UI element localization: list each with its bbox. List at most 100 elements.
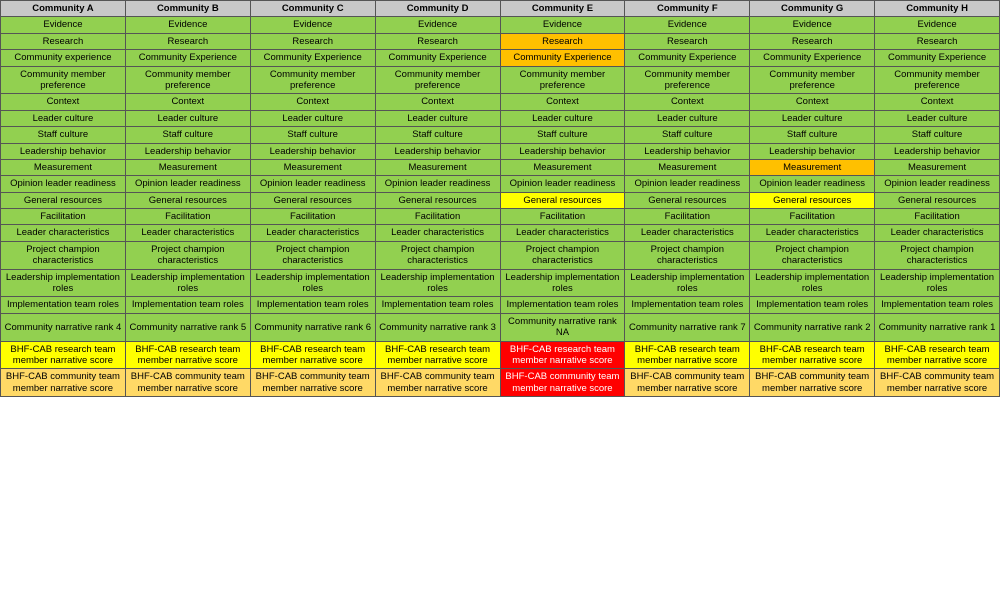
- table-row: Project champion characteristicsProject …: [1, 241, 1000, 269]
- table-cell: BHF-CAB research team member narrative s…: [875, 341, 1000, 369]
- table-cell: Measurement: [875, 159, 1000, 175]
- table-cell: Leadership behavior: [500, 143, 625, 159]
- table-cell: Facilitation: [125, 209, 250, 225]
- table-cell: Opinion leader readiness: [750, 176, 875, 192]
- table-cell: Community narrative rank NA: [500, 313, 625, 341]
- table-cell: Community member preference: [875, 66, 1000, 94]
- table-cell: Community narrative rank 3: [375, 313, 500, 341]
- table-cell: BHF-CAB research team member narrative s…: [750, 341, 875, 369]
- community-d-header: Community D: [375, 1, 500, 17]
- table-cell: General resources: [375, 192, 500, 208]
- table-cell: Leadership implementation roles: [125, 269, 250, 297]
- table-cell: Project champion characteristics: [250, 241, 375, 269]
- table-cell: Leadership behavior: [375, 143, 500, 159]
- table-row: Opinion leader readinessOpinion leader r…: [1, 176, 1000, 192]
- table-cell: Community member preference: [750, 66, 875, 94]
- table-cell: Facilitation: [375, 209, 500, 225]
- table-cell: Measurement: [125, 159, 250, 175]
- community-c-header: Community C: [250, 1, 375, 17]
- table-cell: Community Experience: [500, 50, 625, 66]
- table-cell: Context: [875, 94, 1000, 110]
- table-cell: Community narrative rank 1: [875, 313, 1000, 341]
- table-cell: Leader culture: [625, 110, 750, 126]
- table-cell: BHF-CAB research team member narrative s…: [1, 341, 126, 369]
- table-cell: General resources: [250, 192, 375, 208]
- table-cell: Facilitation: [250, 209, 375, 225]
- table-cell: General resources: [125, 192, 250, 208]
- table-cell: General resources: [500, 192, 625, 208]
- table-cell: Community member preference: [625, 66, 750, 94]
- table-cell: Research: [875, 33, 1000, 49]
- table-cell: Implementation team roles: [500, 297, 625, 313]
- table-cell: BHF-CAB community team member narrative …: [750, 369, 875, 397]
- table-cell: Facilitation: [1, 209, 126, 225]
- table-cell: Implementation team roles: [750, 297, 875, 313]
- table-cell: Project champion characteristics: [750, 241, 875, 269]
- table-cell: General resources: [625, 192, 750, 208]
- table-cell: Context: [1, 94, 126, 110]
- table-cell: General resources: [750, 192, 875, 208]
- table-row: General resourcesGeneral resourcesGenera…: [1, 192, 1000, 208]
- table-cell: Leadership implementation roles: [500, 269, 625, 297]
- table-cell: Project champion characteristics: [625, 241, 750, 269]
- table-cell: Leadership implementation roles: [375, 269, 500, 297]
- table-cell: Measurement: [625, 159, 750, 175]
- table-cell: Context: [625, 94, 750, 110]
- table-cell: Staff culture: [875, 127, 1000, 143]
- table-cell: General resources: [875, 192, 1000, 208]
- table-cell: Community experience: [1, 50, 126, 66]
- table-cell: Evidence: [750, 17, 875, 33]
- table-cell: BHF-CAB research team member narrative s…: [125, 341, 250, 369]
- table-cell: Leader culture: [250, 110, 375, 126]
- table-cell: Implementation team roles: [375, 297, 500, 313]
- table-cell: Measurement: [750, 159, 875, 175]
- table-cell: Leader characteristics: [375, 225, 500, 241]
- table-cell: Leader culture: [875, 110, 1000, 126]
- table-cell: Research: [500, 33, 625, 49]
- table-cell: Leadership implementation roles: [875, 269, 1000, 297]
- table-cell: BHF-CAB research team member narrative s…: [625, 341, 750, 369]
- table-cell: Evidence: [125, 17, 250, 33]
- table-cell: Evidence: [625, 17, 750, 33]
- table-cell: Community narrative rank 4: [1, 313, 126, 341]
- table-cell: Evidence: [375, 17, 500, 33]
- community-comparison-table: Community A Community B Community C Comm…: [0, 0, 1000, 397]
- table-cell: Research: [125, 33, 250, 49]
- table-cell: Opinion leader readiness: [875, 176, 1000, 192]
- table-cell: Community Experience: [875, 50, 1000, 66]
- table-cell: Staff culture: [375, 127, 500, 143]
- table-cell: BHF-CAB research team member narrative s…: [250, 341, 375, 369]
- table-cell: Context: [375, 94, 500, 110]
- table-cell: Staff culture: [625, 127, 750, 143]
- table-cell: Facilitation: [625, 209, 750, 225]
- table-row: ResearchResearchResearchResearchResearch…: [1, 33, 1000, 49]
- table-cell: Leader culture: [500, 110, 625, 126]
- table-cell: Leadership implementation roles: [625, 269, 750, 297]
- table-cell: Project champion characteristics: [1, 241, 126, 269]
- table-cell: Leadership implementation roles: [250, 269, 375, 297]
- table-cell: Opinion leader readiness: [250, 176, 375, 192]
- table-cell: Leadership behavior: [875, 143, 1000, 159]
- table-cell: Community member preference: [375, 66, 500, 94]
- table-cell: Project champion characteristics: [375, 241, 500, 269]
- table-cell: Leadership behavior: [250, 143, 375, 159]
- table-cell: Implementation team roles: [625, 297, 750, 313]
- table-cell: Community narrative rank 2: [750, 313, 875, 341]
- table-cell: Leadership behavior: [125, 143, 250, 159]
- table-cell: BHF-CAB community team member narrative …: [500, 369, 625, 397]
- table-cell: General resources: [1, 192, 126, 208]
- table-cell: Measurement: [500, 159, 625, 175]
- community-g-header: Community G: [750, 1, 875, 17]
- table-cell: Community Experience: [125, 50, 250, 66]
- table-cell: Community narrative rank 5: [125, 313, 250, 341]
- table-cell: Staff culture: [1, 127, 126, 143]
- table-cell: Community member preference: [250, 66, 375, 94]
- table-row: Staff cultureStaff cultureStaff cultureS…: [1, 127, 1000, 143]
- table-cell: Research: [1, 33, 126, 49]
- table-cell: Staff culture: [500, 127, 625, 143]
- table-cell: BHF-CAB community team member narrative …: [375, 369, 500, 397]
- table-cell: Community member preference: [1, 66, 126, 94]
- table-cell: Community narrative rank 7: [625, 313, 750, 341]
- table-cell: Leader characteristics: [250, 225, 375, 241]
- table-row: Implementation team rolesImplementation …: [1, 297, 1000, 313]
